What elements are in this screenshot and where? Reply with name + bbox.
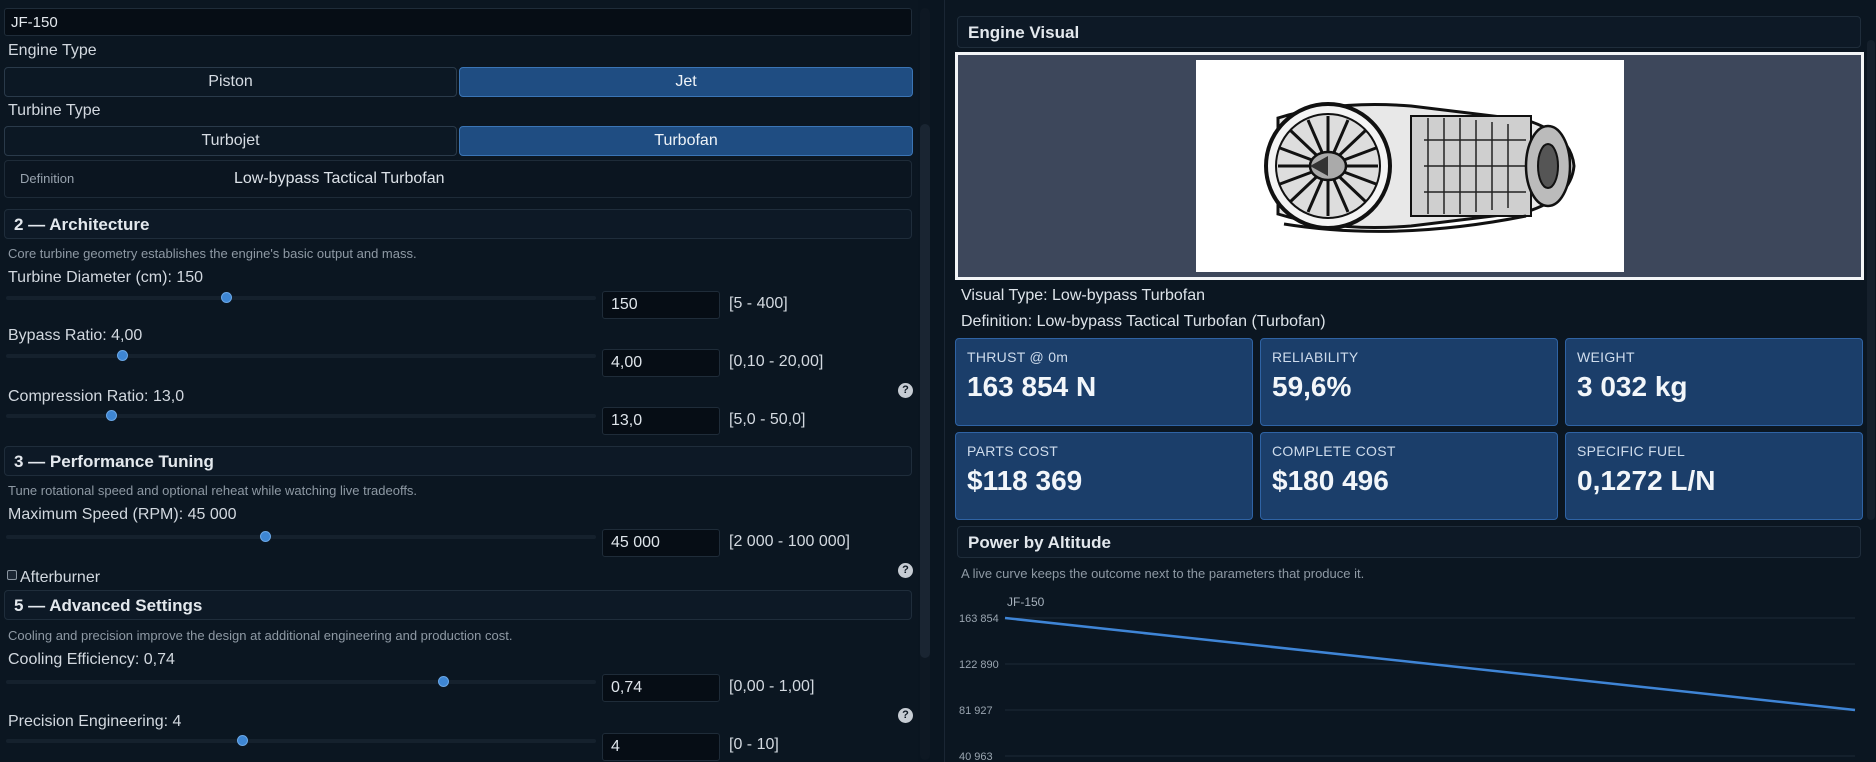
definition-value: Low-bypass Tactical Turbofan bbox=[234, 170, 445, 187]
jet-engine-illustration bbox=[1264, 102, 1576, 233]
advanced-hint: Cooling and precision improve the design… bbox=[8, 628, 513, 643]
weight-card-value: 3 032 kg bbox=[1577, 371, 1688, 402]
cooling-efficiency-slider[interactable] bbox=[6, 676, 596, 687]
right-panel: Engine Visual Visual Type: Low-bypass Tu… bbox=[944, 0, 1876, 762]
turbine-diameter-range: [5 - 400] bbox=[729, 295, 788, 312]
y-tick-label: 81 927 bbox=[959, 705, 993, 717]
power-chart-svg: 163 854 122 890 81 927 40 963 JF-150 bbox=[959, 595, 1856, 762]
thrust-card-value: 163 854 N bbox=[967, 371, 1097, 402]
complete-cost-card: COMPLETE COST $180 496 bbox=[1260, 432, 1558, 520]
max-speed-input[interactable] bbox=[602, 529, 720, 557]
complete-cost-card-label: COMPLETE COST bbox=[1272, 443, 1396, 459]
engine-name-input[interactable] bbox=[4, 8, 912, 36]
engine-type-label: Engine Type bbox=[8, 42, 97, 59]
engine-visual-header: Engine Visual bbox=[957, 16, 1861, 48]
specific-fuel-card: SPECIFIC FUEL 0,1272 L/N bbox=[1565, 432, 1863, 520]
reliability-card: RELIABILITY 59,6% bbox=[1260, 338, 1558, 426]
engine-image bbox=[1196, 60, 1624, 272]
power-chart: 163 854 122 890 81 927 40 963 JF-150 bbox=[955, 590, 1865, 762]
section-architecture[interactable]: 2 — Architecture bbox=[4, 209, 912, 239]
afterburner-checkbox[interactable] bbox=[7, 570, 17, 580]
turbine-diameter-slider[interactable] bbox=[6, 292, 596, 303]
performance-hint: Tune rotational speed and optional rehea… bbox=[8, 483, 418, 498]
architecture-help-icon[interactable]: ? bbox=[898, 383, 913, 398]
bypass-ratio-input[interactable] bbox=[602, 349, 720, 377]
turbine-type-turbojet[interactable]: Turbojet bbox=[4, 126, 457, 156]
bypass-ratio-slider-thumb[interactable] bbox=[116, 350, 128, 361]
section-advanced-settings[interactable]: 5 — Advanced Settings bbox=[4, 590, 912, 620]
precision-engineering-range: [0 - 10] bbox=[729, 736, 779, 753]
thrust-card-label: THRUST @ 0m bbox=[967, 349, 1069, 365]
parts-cost-card-label: PARTS COST bbox=[967, 443, 1059, 459]
max-speed-slider-thumb[interactable] bbox=[260, 531, 271, 542]
definition-box: Definition Low-bypass Tactical Turbofan bbox=[4, 160, 912, 198]
compression-ratio-slider-thumb[interactable] bbox=[106, 410, 118, 421]
architecture-hint: Core turbine geometry establishes the en… bbox=[8, 246, 417, 261]
compression-ratio-range: [5,0 - 50,0] bbox=[729, 411, 806, 428]
cooling-efficiency-input[interactable] bbox=[602, 674, 720, 702]
turbine-diameter-slider-thumb[interactable] bbox=[221, 292, 233, 303]
specific-fuel-card-value: 0,1272 L/N bbox=[1577, 465, 1716, 496]
complete-cost-card-value: $180 496 bbox=[1272, 465, 1389, 496]
engine-visual-frame bbox=[955, 52, 1864, 280]
turbine-diameter-label: Turbine Diameter (cm): 150 bbox=[8, 269, 204, 286]
weight-card: WEIGHT 3 032 kg bbox=[1565, 338, 1863, 426]
compression-ratio-slider[interactable] bbox=[6, 410, 596, 421]
compression-ratio-label: Compression Ratio: 13,0 bbox=[8, 388, 185, 405]
turbine-diameter-input[interactable] bbox=[602, 291, 720, 319]
power-by-altitude-header: Power by Altitude bbox=[957, 526, 1861, 558]
parts-cost-card: PARTS COST $118 369 bbox=[955, 432, 1253, 520]
thrust-card: THRUST @ 0m 163 854 N bbox=[955, 338, 1253, 426]
y-tick-label: 40 963 bbox=[959, 751, 993, 762]
section-performance-tuning[interactable]: 3 — Performance Tuning bbox=[4, 446, 912, 476]
right-scrollbar[interactable] bbox=[1867, 40, 1875, 520]
cooling-efficiency-label: Cooling Efficiency: 0,74 bbox=[8, 651, 175, 668]
y-tick-label: 122 890 bbox=[959, 659, 999, 671]
turbine-type-label: Turbine Type bbox=[8, 102, 101, 119]
y-tick-label: 163 854 bbox=[959, 613, 999, 625]
precision-engineering-slider[interactable] bbox=[6, 735, 596, 746]
series-label: JF-150 bbox=[1007, 595, 1045, 609]
engine-type-piston[interactable]: Piston bbox=[4, 67, 457, 97]
left-panel: Engine Type Piston Jet Turbine Type Turb… bbox=[0, 0, 918, 762]
precision-engineering-slider-thumb[interactable] bbox=[237, 735, 248, 746]
visual-type-text: Visual Type: Low-bypass Turbofan bbox=[961, 287, 1205, 304]
bypass-ratio-range: [0,10 - 20,00] bbox=[729, 353, 824, 370]
weight-card-label: WEIGHT bbox=[1577, 349, 1635, 365]
precision-engineering-input[interactable] bbox=[602, 733, 720, 761]
left-scrollbar-thumb[interactable] bbox=[920, 124, 930, 658]
max-speed-slider[interactable] bbox=[6, 531, 596, 542]
definition-label: Definition bbox=[20, 171, 75, 186]
max-speed-range: [2 000 - 100 000] bbox=[729, 533, 850, 550]
performance-help-icon[interactable]: ? bbox=[898, 563, 913, 578]
advanced-help-icon[interactable]: ? bbox=[898, 708, 913, 723]
reliability-card-value: 59,6% bbox=[1272, 371, 1352, 402]
bypass-ratio-label: Bypass Ratio: 4,00 bbox=[8, 327, 143, 344]
precision-engineering-label: Precision Engineering: 4 bbox=[8, 713, 182, 730]
afterburner-label: Afterburner bbox=[20, 569, 101, 586]
cooling-efficiency-slider-thumb[interactable] bbox=[437, 676, 449, 687]
specific-fuel-card-label: SPECIFIC FUEL bbox=[1577, 443, 1686, 459]
engine-type-jet[interactable]: Jet bbox=[459, 67, 913, 97]
power-hint: A live curve keeps the outcome next to t… bbox=[961, 566, 1365, 581]
cooling-efficiency-range: [0,00 - 1,00] bbox=[729, 678, 815, 695]
compression-ratio-input[interactable] bbox=[602, 407, 720, 435]
visual-definition-text: Definition: Low-bypass Tactical Turbofan… bbox=[961, 313, 1326, 330]
parts-cost-card-value: $118 369 bbox=[967, 465, 1083, 496]
turbine-type-turbofan[interactable]: Turbofan bbox=[459, 126, 913, 156]
max-speed-label: Maximum Speed (RPM): 45 000 bbox=[8, 506, 237, 523]
bypass-ratio-slider[interactable] bbox=[6, 350, 596, 361]
reliability-card-label: RELIABILITY bbox=[1272, 349, 1359, 365]
